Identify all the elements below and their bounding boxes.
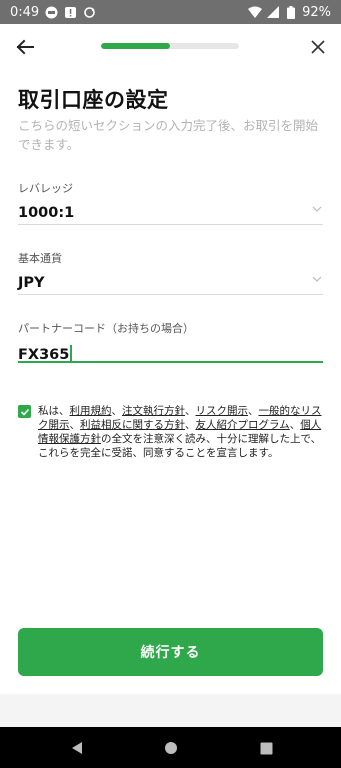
wifi-icon — [248, 5, 263, 19]
line-notification-icon — [44, 5, 58, 19]
base-currency-underline — [18, 294, 323, 295]
nav-home-button[interactable] — [163, 740, 179, 756]
circle-home-icon — [165, 742, 177, 754]
progress-bar — [101, 43, 239, 49]
page-title: 取引口座の設定 — [18, 88, 169, 112]
referral-program-link[interactable]: 友人紹介プログラム — [196, 419, 290, 431]
consent-text-part: 、 — [248, 405, 259, 417]
nav-back-button[interactable] — [69, 740, 85, 756]
consent-text-part: 、 — [185, 405, 196, 417]
system-nav-bar — [0, 727, 341, 768]
text-cursor — [70, 345, 73, 362]
partner-code-underline — [18, 361, 323, 363]
top-bar — [0, 24, 341, 70]
chevron-down-icon — [312, 276, 322, 282]
order-execution-policy-link[interactable]: 注文執行方針 — [122, 405, 185, 417]
leverage-underline — [18, 224, 323, 225]
partner-code-field[interactable]: パートナーコード（お持ちの場合） FX365 — [18, 320, 323, 364]
leverage-label: レバレッジ — [18, 182, 73, 195]
close-icon — [311, 40, 325, 54]
page-subtitle: こちらの短いセクションの入力完了後、お取引を開始できます。 — [18, 118, 319, 152]
triangle-back-icon — [72, 742, 82, 754]
consent-text: 私は、利用規約、注文執行方針、リスク開示、一般的なリスク開示、利益相反に関する方… — [38, 404, 323, 460]
continue-button[interactable]: 続行する — [18, 628, 323, 676]
status-time: 0:49 — [10, 4, 40, 20]
sync-icon — [82, 5, 96, 19]
alert-icon — [63, 5, 77, 19]
checkmark-icon — [20, 408, 29, 416]
back-button[interactable] — [12, 34, 38, 60]
base-currency-label: 基本通貨 — [18, 252, 62, 265]
base-currency-value: JPY — [18, 275, 45, 291]
battery-icon — [284, 5, 298, 19]
terms-link[interactable]: 利用規約 — [70, 405, 112, 417]
consent-text-part: 、 — [69, 419, 81, 431]
signal-icon — [266, 5, 280, 19]
consent-checkbox[interactable] — [18, 405, 31, 418]
conflict-of-interest-policy-link[interactable]: 利益相反に関する方針 — [80, 419, 185, 431]
consent-text-part: 私は、 — [38, 405, 70, 417]
close-button[interactable] — [305, 34, 331, 60]
arrow-left-icon — [16, 39, 34, 55]
bottom-spacer — [0, 694, 341, 727]
consent-text-part: 、 — [111, 405, 123, 417]
battery-percent: 92% — [302, 4, 331, 20]
consent-text-part: 、 — [289, 419, 301, 431]
risk-disclosure-link[interactable]: リスク開示 — [196, 405, 249, 417]
leverage-select[interactable]: レバレッジ 1000:1 — [18, 180, 323, 226]
chevron-down-icon — [312, 206, 322, 212]
nav-recents-button[interactable] — [258, 740, 274, 756]
consent-text-part: 、 — [185, 419, 196, 431]
base-currency-select[interactable]: 基本通貨 JPY — [18, 250, 323, 296]
progress-fill — [101, 43, 170, 49]
status-bar: 0:49 92% — [0, 0, 341, 24]
consent-block: 私は、利用規約、注文執行方針、リスク開示、一般的なリスク開示、利益相反に関する方… — [18, 404, 323, 460]
partner-code-label: パートナーコード（お持ちの場合） — [18, 322, 194, 335]
square-recents-icon — [260, 742, 272, 754]
leverage-value: 1000:1 — [18, 205, 75, 221]
